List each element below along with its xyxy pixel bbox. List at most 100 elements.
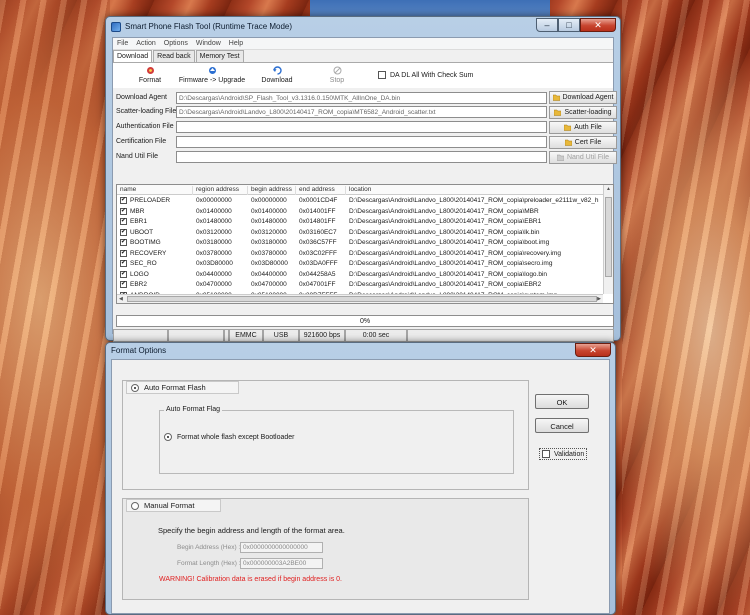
row-checkbox[interactable]: ✔ [120, 218, 127, 225]
format-except-bootloader-radio[interactable]: Format whole flash except Bootloader [164, 433, 295, 441]
partition-name: PRELOADER [130, 197, 171, 204]
row-checkbox[interactable]: ✔ [120, 239, 127, 246]
download-agent-button[interactable]: Download Agent [549, 91, 617, 104]
menu-window[interactable]: Window [192, 38, 225, 49]
cell-end: 0x047001FF [299, 281, 336, 288]
auto-format-radio[interactable]: Auto Format Flash [126, 381, 239, 394]
cell-location: D:\Descargas\Android\Landvo_L800\2014041… [349, 207, 539, 215]
validation-checkbox[interactable]: Validation [539, 448, 588, 460]
nand-util-field[interactable] [176, 151, 547, 163]
row-checkbox[interactable]: ✔ [120, 228, 127, 236]
row-checkbox[interactable]: ✔ [120, 270, 127, 278]
column-location[interactable]: location [346, 186, 605, 195]
vertical-scrollbar[interactable]: ▲ [603, 185, 613, 294]
tab-download[interactable]: Download [113, 50, 153, 62]
auto-format-radio-dot[interactable] [131, 383, 139, 392]
column-begin-address[interactable]: begin address [248, 186, 296, 195]
table-row[interactable]: ✔ RECOVERY 0x03780000 0x03780000 0x03C02FFF D… [117, 249, 603, 260]
scroll-up-icon[interactable]: ▲ [606, 186, 611, 192]
auth-file-button[interactable]: Auth File [549, 121, 617, 134]
cell-end: 0x03160EC7 [299, 228, 337, 236]
format-button[interactable]: Format [135, 66, 165, 84]
maximize-button[interactable]: □ [558, 18, 580, 32]
scatter-loading-button-label: Scatter-loading [564, 109, 612, 116]
manual-format-radio[interactable]: Manual Format [126, 499, 221, 512]
download-button[interactable]: Download [259, 66, 295, 84]
status-storage: EMMC [229, 329, 263, 342]
partition-name: RECOVERY [130, 249, 167, 257]
status-time: 0:00 sec [345, 329, 407, 342]
table-row[interactable]: ✔ UBOOT 0x03120000 0x03120000 0x03160EC7 D:\D… [117, 228, 603, 239]
row-checkbox[interactable]: ✔ [120, 281, 127, 288]
stop-icon [333, 66, 342, 75]
auth-file-button-label: Auth File [574, 124, 602, 131]
column-end-address[interactable]: end address [296, 186, 346, 195]
scroll-right-icon[interactable]: ▶ [597, 296, 601, 302]
authentication-field[interactable] [176, 121, 547, 133]
cell-location: D:\Descargas\Android\Landvo_L800\2014041… [349, 260, 553, 267]
column-name[interactable]: name [117, 186, 193, 195]
download-agent-field[interactable]: D:\Descargas\Android\SP_Flash_Tool_v3.13… [176, 92, 547, 104]
flash-tool-titlebar[interactable]: Smart Phone Flash Tool (Runtime Trace Mo… [106, 17, 620, 37]
table-row[interactable]: ✔ PRELOADER 0x00000000 0x00000000 0x0001CD4F… [117, 196, 603, 207]
menu-help[interactable]: Help [225, 38, 247, 49]
table-row[interactable]: ✔ SEC_RO 0x03D80000 0x03D80000 0x03DA0FFF D:\… [117, 259, 603, 270]
firmware-upgrade-button[interactable]: Firmware -> Upgrade [175, 66, 249, 84]
scroll-left-icon[interactable]: ◀ [119, 296, 123, 302]
table-row[interactable]: ✔ EBR1 0x01480000 0x01480000 0x014801FF D:\De… [117, 217, 603, 228]
nand-util-row: Nand Util File [113, 150, 547, 164]
dialog-close-button[interactable]: ✕ [575, 343, 611, 357]
tab-memory-test[interactable]: Memory Test [195, 50, 244, 62]
ok-button[interactable]: OK [535, 394, 589, 409]
cert-file-button[interactable]: Cert File [549, 136, 617, 149]
validation-checkbox-box[interactable] [542, 450, 550, 458]
horizontal-scrollbar[interactable]: ◀ ▶ [117, 294, 603, 303]
stop-button[interactable]: Stop [325, 66, 349, 84]
minimize-button[interactable]: – [536, 18, 558, 32]
scatter-loading-button[interactable]: Scatter-loading [549, 106, 617, 119]
format-except-bootloader-dot[interactable] [164, 433, 172, 441]
horizontal-scroll-thumb[interactable] [127, 296, 597, 302]
format-options-dialog: Format Options ✕ Auto Format Flash Auto … [105, 342, 616, 615]
table-row[interactable]: ✔ EBR2 0x04700000 0x04700000 0x047001FF D:\De… [117, 280, 603, 291]
cell-name: ✔ MBR [117, 207, 193, 215]
column-region-address[interactable]: region address [193, 186, 248, 195]
cell-location: D:\Descargas\Android\Landvo_L800\2014041… [349, 270, 548, 278]
cancel-button[interactable]: Cancel [535, 418, 589, 433]
vertical-scroll-thumb[interactable] [605, 197, 612, 277]
manual-format-radio-dot[interactable] [131, 501, 139, 510]
nand-util-file-button-label: Nand Util File [566, 154, 609, 161]
table-row[interactable]: ✔ BOOTIMG 0x03180000 0x03180000 0x036C57FF D:… [117, 238, 603, 249]
table-row[interactable]: ✔ MBR 0x01400000 0x01400000 0x014001FF D:\Des… [117, 207, 603, 218]
cell-begin: 0x01400000 [251, 207, 287, 215]
menu-bar: File Action Options Window Help [113, 38, 613, 50]
firmware-upgrade-icon [208, 66, 217, 75]
begin-address-input[interactable]: 0x0000000000000000 [240, 542, 323, 553]
cell-end: 0x03C02FFF [299, 249, 337, 257]
menu-options[interactable]: Options [160, 38, 192, 49]
close-button[interactable]: ✕ [580, 18, 616, 32]
format-length-input[interactable]: 0x000000003A2BE00 [240, 558, 323, 569]
partition-name: MBR [130, 207, 145, 215]
tab-read-back[interactable]: Read back [153, 50, 195, 62]
scatter-loading-field[interactable]: D:\Descargas\Android\Landvo_L800\2014041… [176, 106, 547, 118]
format-options-client: Auto Format Flash Auto Format Flag Forma… [111, 359, 610, 614]
format-except-bootloader-label: Format whole flash except Bootloader [177, 433, 295, 441]
row-checkbox[interactable]: ✔ [120, 249, 127, 257]
cert-file-button-label: Cert File [574, 139, 602, 146]
menu-action[interactable]: Action [132, 38, 159, 49]
da-dl-checksum-checkbox[interactable]: DA DL All With Check Sum [378, 71, 473, 79]
cell-name: ✔ RECOVERY [117, 249, 193, 257]
row-checkbox[interactable]: ✔ [120, 260, 127, 267]
row-checkbox[interactable]: ✔ [120, 197, 127, 204]
download-agent-button-label: Download Agent [562, 94, 614, 101]
window-title: Smart Phone Flash Tool (Runtime Trace Mo… [125, 22, 293, 31]
menu-file[interactable]: File [113, 38, 132, 49]
row-checkbox[interactable]: ✔ [120, 207, 127, 215]
download-label: Download [261, 77, 293, 84]
certification-field[interactable] [176, 136, 547, 148]
nand-util-file-button[interactable]: Nand Util File [549, 151, 617, 164]
table-row[interactable]: ✔ LOGO 0x04400000 0x04400000 0x044258A5 D:\De… [117, 270, 603, 281]
checkbox-box[interactable] [378, 71, 386, 79]
certification-label: Certification File [116, 138, 167, 145]
